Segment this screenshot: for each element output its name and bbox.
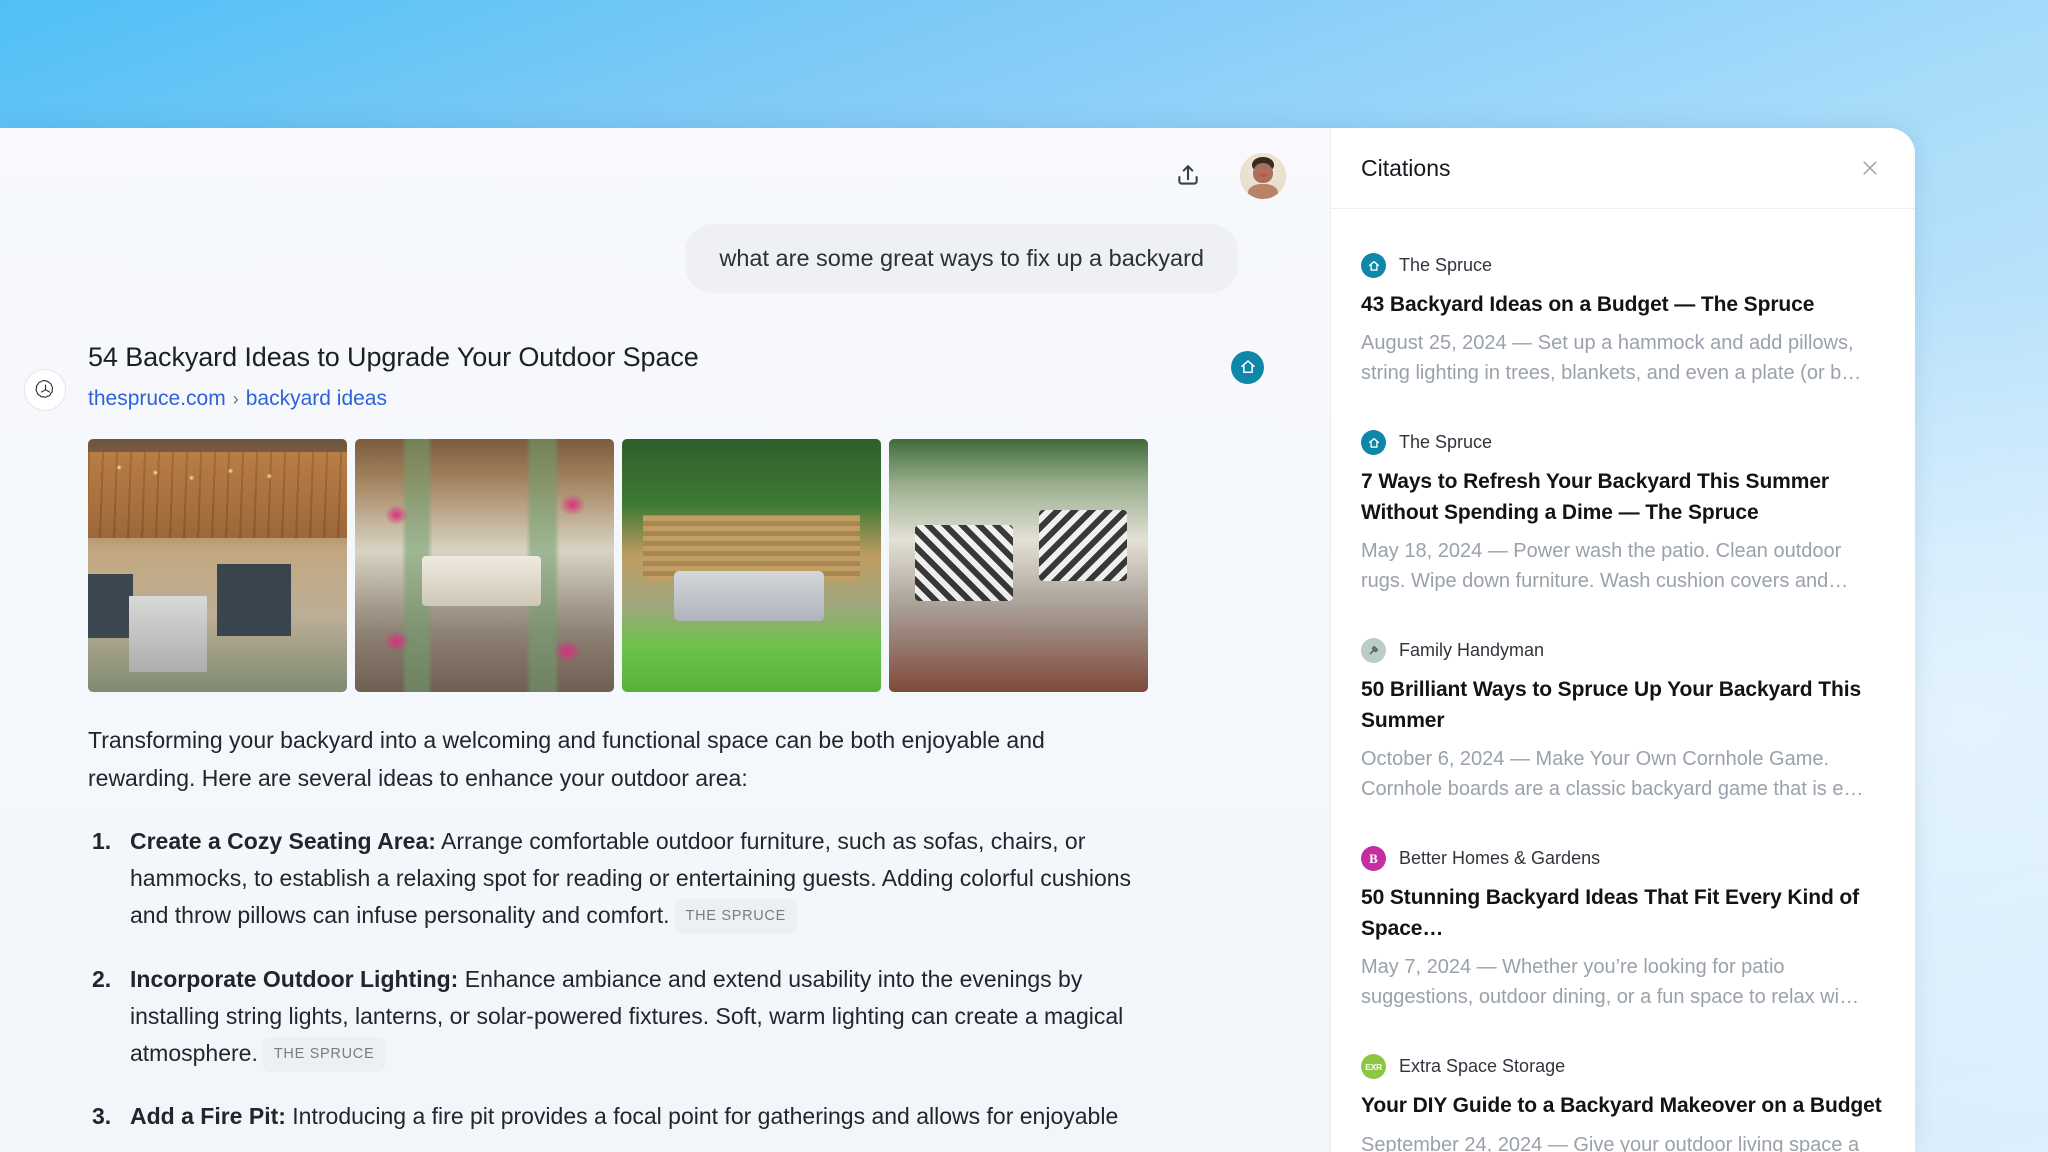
citation-snippet: October 6, 2024 — Make Your Own Cornhole… [1361, 748, 1864, 801]
citation-source-name: Better Homes & Gardens [1399, 848, 1601, 869]
article-title[interactable]: 54 Backyard Ideas to Upgrade Your Outdoo… [88, 341, 1286, 375]
article-breadcrumb[interactable]: thespruce.com › backyard ideas [88, 387, 1286, 411]
citation-source-row: EXR Extra Space Storage [1361, 1054, 1885, 1080]
citation-snippet: August 25, 2024 — Set up a hammock and a… [1361, 332, 1862, 385]
article-thumbnail[interactable] [88, 439, 347, 693]
assistant-message-row: 54 Backyard Ideas to Upgrade Your Outdoo… [0, 293, 1286, 1136]
article-thumbnail-strip [88, 439, 1286, 693]
close-icon[interactable] [1853, 151, 1887, 185]
article-domain[interactable]: thespruce.com [88, 387, 226, 411]
answer-intro-paragraph: Transforming your backyard into a welcom… [88, 727, 1045, 791]
list-item: 3. Add a Fire Pit: Introducing a fire pi… [88, 1098, 1133, 1135]
list-item-heading: Add a Fire Pit: [130, 1103, 286, 1130]
citation-snippet: September 24, 2024 — Give your outdoor l… [1361, 1133, 1860, 1152]
citation-title[interactable]: 50 Brilliant Ways to Spruce Up Your Back… [1361, 675, 1885, 736]
citation-source-row: B Better Homes & Gardens [1361, 846, 1885, 872]
citation-item[interactable]: The Spruce 43 Backyard Ideas on a Budget… [1361, 235, 1885, 412]
exr-logo-icon: EXR [1361, 1054, 1386, 1080]
article-card-header[interactable]: 54 Backyard Ideas to Upgrade Your Outdoo… [88, 341, 1286, 412]
citation-source-name: Extra Space Storage [1399, 1056, 1566, 1077]
user-message-row: what are some great ways to fix up a bac… [0, 224, 1286, 293]
avatar-body [1247, 184, 1279, 199]
page-background: what are some great ways to fix up a bac… [0, 0, 2048, 1152]
citation-title[interactable]: Your DIY Guide to a Backyard Makeover on… [1361, 1091, 1885, 1121]
citation-item[interactable]: Family Handyman 50 Brilliant Ways to Spr… [1361, 620, 1885, 828]
avatar[interactable] [1240, 153, 1286, 199]
citation-source-name: The Spruce [1399, 255, 1493, 275]
openai-logo-icon [24, 368, 66, 411]
conversation-pane: what are some great ways to fix up a bac… [0, 128, 1330, 1152]
share-icon[interactable] [1166, 154, 1210, 198]
list-item-number: 2. [92, 965, 112, 992]
inline-citation-chip[interactable]: THE SPRUCE [262, 1037, 386, 1072]
citation-title[interactable]: 43 Backyard Ideas on a Budget — The Spru… [1361, 290, 1885, 320]
list-item-heading: Incorporate Outdoor Lighting: [130, 965, 459, 992]
chevron-right-icon: › [232, 388, 239, 409]
assistant-answer: 54 Backyard Ideas to Upgrade Your Outdoo… [66, 341, 1286, 1136]
article-thumbnail[interactable] [622, 439, 881, 693]
user-message-bubble: what are some great ways to fix up a bac… [685, 224, 1238, 293]
article-thumbnail[interactable] [355, 439, 614, 693]
citation-item[interactable]: B Better Homes & Gardens 50 Stunning Bac… [1361, 828, 1885, 1036]
citation-source-row: The Spruce [1361, 430, 1885, 456]
letter-b-icon: B [1361, 846, 1386, 872]
citation-title[interactable]: 50 Stunning Backyard Ideas That Fit Ever… [1361, 883, 1885, 944]
source-badge[interactable] [1231, 350, 1264, 384]
citation-source-row: The Spruce [1361, 253, 1885, 278]
hammer-icon [1361, 638, 1386, 664]
article-path[interactable]: backyard ideas [246, 387, 387, 411]
citation-item[interactable]: EXR Extra Space Storage Your DIY Guide t… [1361, 1036, 1885, 1152]
list-item-number: 1. [92, 827, 112, 854]
citation-snippet: May 18, 2024 — Power wash the patio. Cle… [1361, 540, 1849, 593]
citations-panel: Citations The Spruce 43 Backyard Ideas o… [1330, 128, 1915, 1152]
citation-snippet: May 7, 2024 — Whether you’re looking for… [1361, 956, 1860, 1009]
citations-title: Citations [1361, 154, 1451, 181]
citation-item[interactable]: The Spruce 7 Ways to Refresh Your Backya… [1361, 412, 1885, 620]
citations-list[interactable]: The Spruce 43 Backyard Ideas on a Budget… [1331, 209, 1915, 1152]
conversation-header [0, 128, 1330, 224]
citation-source-row: Family Handyman [1361, 638, 1885, 664]
chat-scroll-area[interactable]: what are some great ways to fix up a bac… [0, 224, 1330, 1136]
citations-header: Citations [1331, 128, 1915, 209]
app-window: what are some great ways to fix up a bac… [0, 128, 1915, 1152]
list-item-number: 3. [92, 1103, 112, 1130]
citation-source-name: The Spruce [1399, 432, 1493, 453]
article-thumbnail[interactable] [889, 439, 1148, 693]
list-item-heading: Create a Cozy Seating Area: [130, 827, 436, 854]
home-icon [1361, 253, 1386, 278]
citation-title[interactable]: 7 Ways to Refresh Your Backyard This Sum… [1361, 467, 1885, 528]
home-icon [1361, 430, 1386, 456]
inline-citation-chip[interactable]: THE SPRUCE [674, 899, 797, 934]
citation-source-name: Family Handyman [1399, 640, 1545, 661]
list-item-text: Introducing a fire pit provides a focal … [285, 1103, 1119, 1130]
list-item: 1. Create a Cozy Seating Area: Arrange c… [88, 823, 1133, 935]
list-item: 2. Incorporate Outdoor Lighting: Enhance… [88, 961, 1133, 1073]
answer-idea-list: 1. Create a Cozy Seating Area: Arrange c… [88, 823, 1133, 1136]
